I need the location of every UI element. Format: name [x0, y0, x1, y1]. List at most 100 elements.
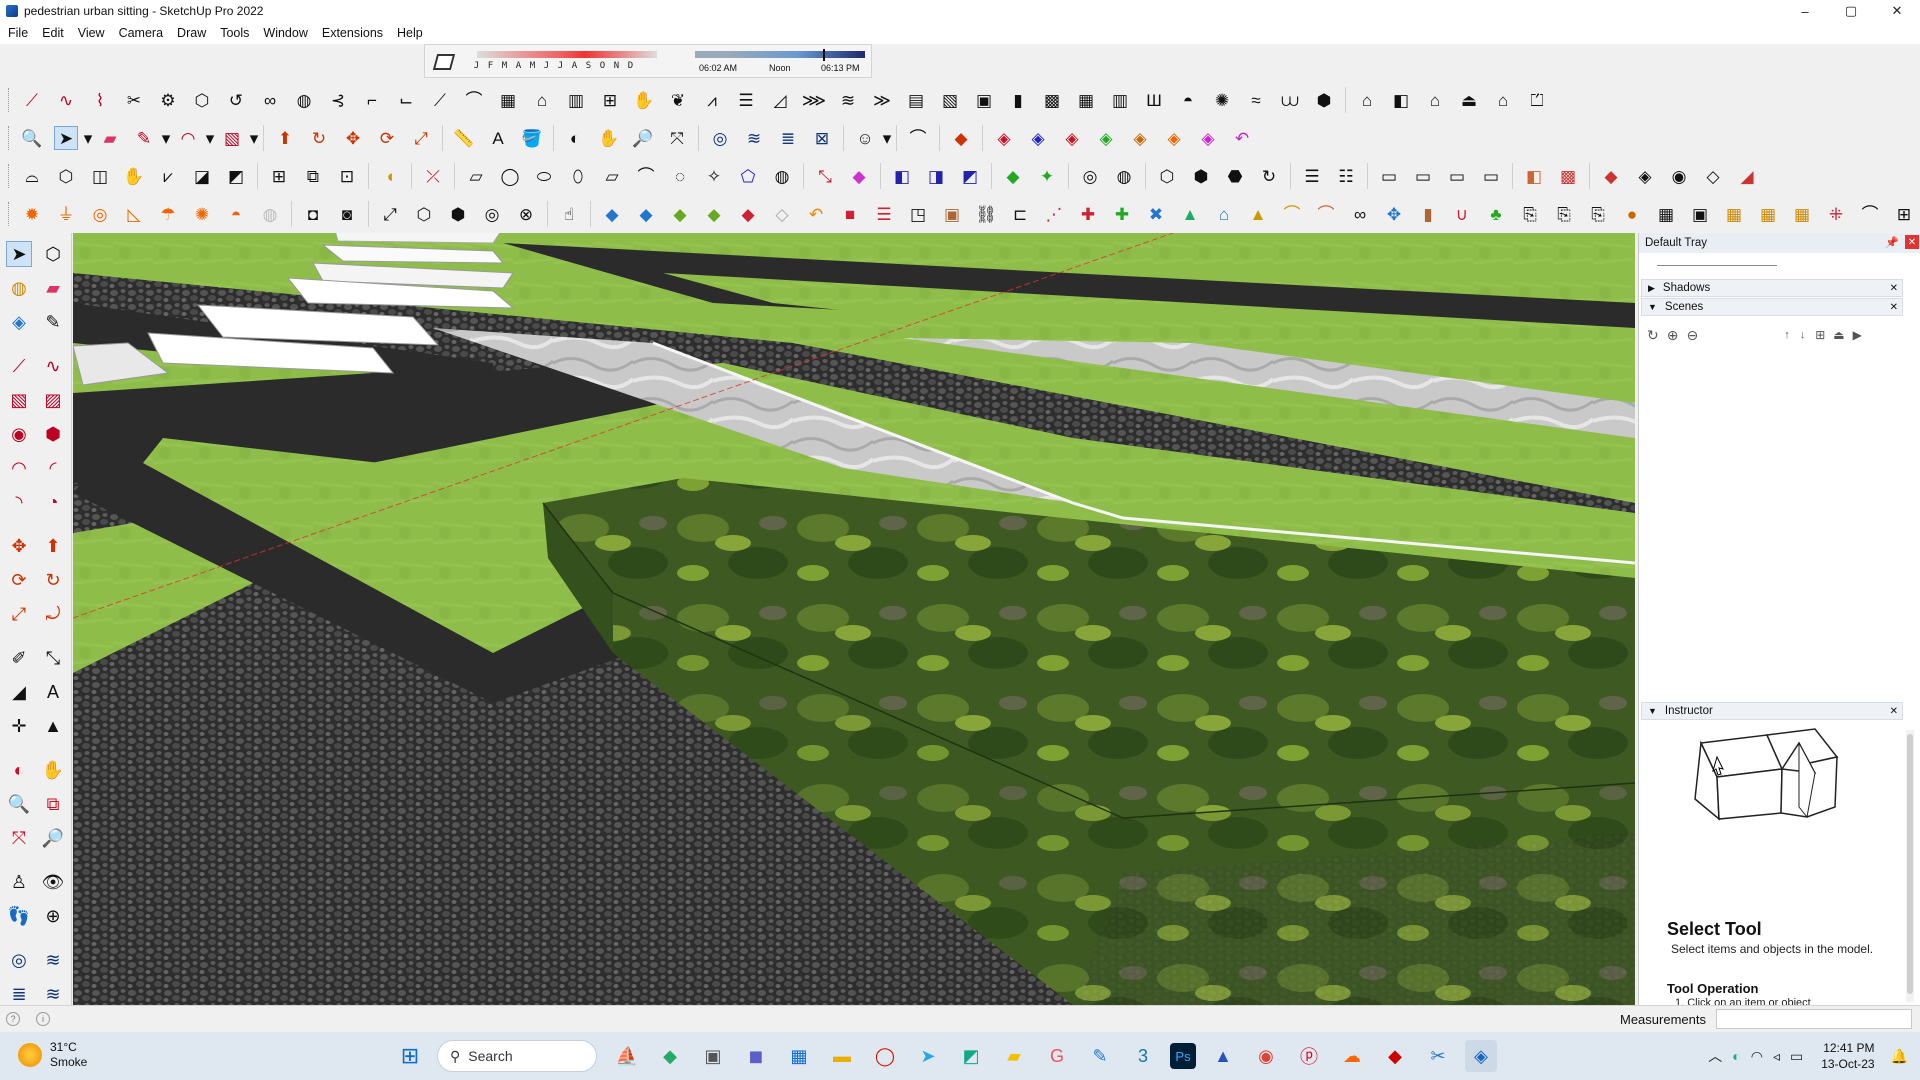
house-icon[interactable]: ⌂ — [1423, 88, 1447, 112]
credits-icon[interactable]: i — [36, 1012, 50, 1026]
tree-icon[interactable]: ♣ — [1484, 202, 1508, 226]
tag-icon[interactable]: ◖ — [378, 164, 402, 188]
section-plane-icon[interactable]: ⊕ — [40, 903, 66, 929]
style-back-icon[interactable]: ◨ — [924, 164, 948, 188]
text-tool-icon[interactable]: A — [40, 679, 66, 705]
menu-file[interactable]: File — [8, 26, 28, 40]
zoom-extents-icon[interactable]: ⤧ — [665, 126, 689, 150]
ring-icon[interactable]: ◎ — [88, 202, 112, 226]
dimension-tool-icon[interactable]: ⤡ — [40, 645, 66, 671]
snipping-tool-icon[interactable]: ✂ — [1422, 1040, 1454, 1072]
pushpull-joint-icon[interactable]: ◈ — [1026, 126, 1050, 150]
window3-icon[interactable]: ▭ — [1445, 164, 1469, 188]
chrome-icon[interactable]: ◉ — [1250, 1040, 1282, 1072]
bars-icon[interactable]: ▥ — [564, 88, 588, 112]
scenes-panel-header[interactable]: ▼ Scenes ✕ — [1641, 298, 1903, 316]
clip3-icon[interactable]: ⎘ — [1586, 202, 1610, 226]
ball-icon[interactable]: ◎ — [480, 202, 504, 226]
warehouse-icon[interactable]: ◎ — [708, 126, 732, 150]
start-windows-icon[interactable]: ⊞ — [394, 1040, 426, 1072]
teams-icon[interactable]: ◼ — [740, 1040, 772, 1072]
curve-icon[interactable]: ↺ — [224, 88, 248, 112]
drape-icon[interactable]: ⩗ — [156, 164, 180, 188]
push-pull-icon[interactable]: ⬆ — [273, 126, 297, 150]
stairs-icon[interactable]: ⩘ — [700, 88, 724, 112]
minimize-button[interactable]: – — [1782, 0, 1828, 22]
bin-icon[interactable]: ▮ — [1416, 202, 1440, 226]
grid-orange2-icon[interactable]: ▦ — [1756, 202, 1780, 226]
funnel-icon[interactable]: ⏚ — [54, 202, 78, 226]
scale-tool-icon[interactable]: ⤢ — [6, 601, 32, 627]
panel-close-icon[interactable]: ✕ — [1890, 302, 1898, 313]
grammarly-icon[interactable]: G — [1041, 1040, 1073, 1072]
town-icon[interactable]: ▦ — [1654, 202, 1678, 226]
paint-bucket-icon[interactable]: ◍ — [6, 275, 32, 301]
extension-manager-tool-icon[interactable]: ≋ — [40, 981, 66, 1007]
dome-orange-icon[interactable]: ◓ — [224, 202, 248, 226]
walk-icon[interactable]: 👣 — [6, 903, 32, 929]
freehand-icon[interactable]: ∿ — [54, 88, 78, 112]
red-cross-icon[interactable]: ✚ — [1076, 202, 1100, 226]
refresh-icon[interactable]: ↻ — [1647, 327, 1659, 344]
clip-icon[interactable]: ⎘ — [1518, 202, 1542, 226]
task-view-icon[interactable]: ▣ — [697, 1040, 729, 1072]
orbit-tool-icon[interactable]: ◐ — [6, 757, 32, 783]
cube-wire-icon[interactable]: ⬡ — [412, 202, 436, 226]
shape-round-icon[interactable]: ◍ — [770, 164, 794, 188]
move-tool-icon[interactable]: ✥ — [6, 533, 32, 559]
shape-circle-icon[interactable]: ◯ — [498, 164, 522, 188]
arc-tool-icon[interactable]: ◠ — [176, 126, 200, 150]
axes-tool-icon[interactable]: ✛ — [6, 713, 32, 739]
zoom-window-icon[interactable]: ⧉ — [40, 791, 66, 817]
instructor-panel-header[interactable]: ▼ Instructor ✕ — [1641, 702, 1903, 720]
spiral-icon[interactable]: ◎ — [1078, 164, 1102, 188]
box-icon[interactable]: ⬡ — [54, 164, 78, 188]
render2-icon[interactable]: ◈ — [1633, 164, 1657, 188]
hand-icon[interactable]: ✋ — [632, 88, 656, 112]
sample-paint-icon[interactable]: ✎ — [40, 309, 66, 335]
house-iso-icon[interactable]: ⏏ — [1457, 88, 1481, 112]
zoom-extents-tool-icon[interactable]: ⤧ — [6, 825, 32, 851]
plane-green2-icon[interactable]: ◆ — [702, 202, 726, 226]
wire-icon[interactable]: ⊰ — [326, 88, 350, 112]
text-icon[interactable]: A — [486, 126, 510, 150]
view-refresh-icon[interactable]: ↻ — [1257, 164, 1281, 188]
sofa-icon[interactable]: ⌓ — [20, 164, 44, 188]
eraser-icon[interactable]: ▰ — [98, 126, 122, 150]
rotate-tool-icon[interactable]: ⟳ — [6, 567, 32, 593]
house-outline-icon[interactable]: ⌂ — [1491, 88, 1515, 112]
hand-mesh-icon[interactable]: ✋ — [122, 164, 146, 188]
scroll-thumb[interactable] — [1907, 734, 1913, 994]
grid-orange3-icon[interactable]: ▦ — [1790, 202, 1814, 226]
solid-tools-icon[interactable]: ✦ — [1035, 164, 1059, 188]
orbit-icon[interactable]: ◐ — [563, 126, 587, 150]
onedrive-icon[interactable]: ◐ — [1732, 1048, 1740, 1064]
geo-location-icon[interactable]: ? — [6, 1012, 20, 1026]
knot2-icon[interactable]: ∞ — [1348, 202, 1372, 226]
move-up-icon[interactable]: ↑ — [1784, 329, 1790, 341]
pan-tool-icon[interactable]: ✋ — [40, 757, 66, 783]
cone-icon[interactable]: ◺ — [122, 202, 146, 226]
3d-text-icon[interactable]: ▲ — [40, 713, 66, 739]
bracket-icon[interactable]: ⊏ — [1008, 202, 1032, 226]
render-icon[interactable]: ◆ — [1599, 164, 1623, 188]
texture2-icon[interactable]: ▩ — [1556, 164, 1580, 188]
window4-icon[interactable]: ▭ — [1479, 164, 1503, 188]
filter-icon[interactable]: ⏏ — [1833, 328, 1844, 342]
undo-orange-icon[interactable]: ↶ — [804, 202, 828, 226]
move-down-icon[interactable]: ↓ — [1800, 329, 1806, 341]
chevron-down-icon[interactable]: ▾ — [249, 126, 259, 150]
roof-icon[interactable]: ⌂ — [530, 88, 554, 112]
polygon-icon[interactable]: ⬡ — [190, 88, 214, 112]
blue-x-icon[interactable]: ✖ — [1144, 202, 1168, 226]
view-options-icon[interactable]: ⊞ — [1815, 328, 1825, 342]
warning-cone-icon[interactable]: ▲ — [1246, 202, 1270, 226]
burst-icon[interactable]: ✺ — [190, 202, 214, 226]
scissor-lines-icon[interactable]: ≫ — [870, 88, 894, 112]
scene-canvas[interactable] — [73, 233, 1635, 1005]
flip-icon[interactable]: ◪ — [190, 164, 214, 188]
file-explorer-icon[interactable]: ▬ — [826, 1040, 858, 1072]
model-viewport[interactable] — [73, 233, 1635, 1005]
extension-manager-icon[interactable]: ⊠ — [810, 126, 834, 150]
arc-icon[interactable]: ⌒ — [462, 88, 486, 112]
